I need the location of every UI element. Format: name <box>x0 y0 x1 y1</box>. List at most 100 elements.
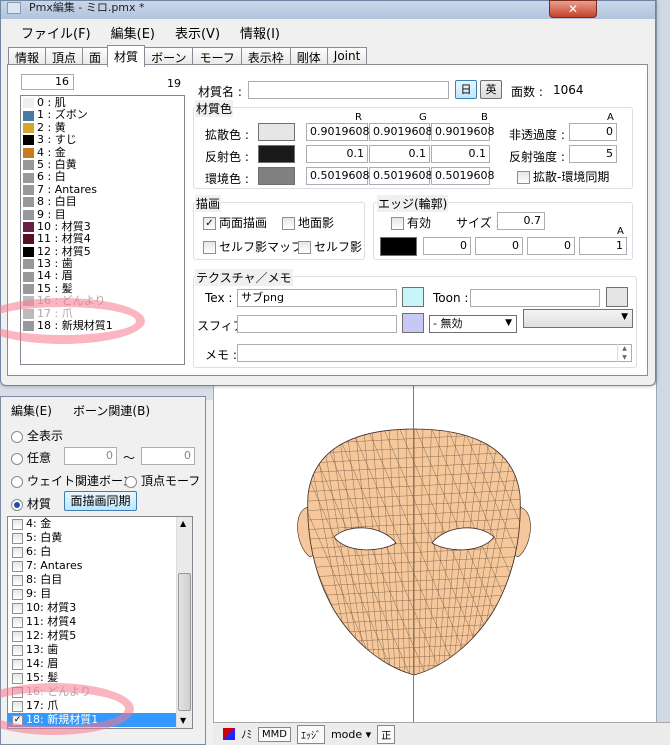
toon-input[interactable] <box>470 289 600 307</box>
scrollbar-thumb[interactable] <box>178 573 191 711</box>
menu-edit[interactable]: 編集(E) <box>101 19 165 43</box>
toon-select[interactable]: ▼ <box>523 309 633 328</box>
checkbox-icon[interactable] <box>12 658 23 670</box>
japanese-name-button[interactable]: 日 <box>455 80 477 99</box>
menu-view[interactable]: 表示(V) <box>165 19 230 43</box>
sidebar-scrollbar[interactable]: ▲ ▼ <box>176 517 192 728</box>
checkbox-icon[interactable] <box>12 672 23 684</box>
material-name-input[interactable] <box>248 81 449 99</box>
sidebar-list-item[interactable]: 12: 材質5 <box>8 629 192 643</box>
ambient-g-input[interactable]: 0.5019608 <box>369 167 433 185</box>
checkbox-icon[interactable] <box>12 546 23 558</box>
diffuse-r-input[interactable]: 0.9019608 <box>306 123 370 141</box>
mmd-button[interactable]: MMD <box>258 726 291 742</box>
sidebar-list-item[interactable]: 11: 材質4 <box>8 615 192 629</box>
ambient-b-input[interactable]: 0.5019608 <box>431 167 495 185</box>
radio-icon <box>11 430 23 443</box>
checkbox-icon[interactable] <box>12 616 23 628</box>
checkbox-icon[interactable] <box>12 532 23 544</box>
english-name-button[interactable]: 英 <box>480 80 502 99</box>
scroll-up-icon[interactable]: ▲ <box>180 519 186 528</box>
sidebar-list-label: 13: 歯 <box>26 643 59 656</box>
memo-spin-icon[interactable]: ▲ ▼ <box>617 344 631 362</box>
self-shadow-map-checkbox[interactable]: セルフ影マップ <box>203 238 303 255</box>
specular-g-input[interactable]: 0.1 <box>369 145 430 163</box>
checkbox-icon[interactable] <box>12 574 23 586</box>
checkbox-icon[interactable] <box>12 602 23 614</box>
sidebar-list-item[interactable]: 7: Antares <box>8 559 192 573</box>
scroll-down-icon[interactable]: ▼ <box>180 716 186 725</box>
edge-color-swatch[interactable] <box>380 237 417 256</box>
material-color-icon <box>23 246 34 257</box>
sidebar-list-item[interactable]: 14: 眉 <box>8 657 192 671</box>
checkbox-icon[interactable] <box>12 518 23 530</box>
edge-g-input[interactable]: 0 <box>475 237 523 255</box>
sphere-input[interactable] <box>237 315 397 333</box>
ambient-color-swatch[interactable] <box>258 167 295 185</box>
edge-r-input[interactable]: 0 <box>423 237 471 255</box>
material-index-input[interactable]: 16 <box>21 74 74 90</box>
radio-material[interactable]: 材質 <box>11 495 51 512</box>
sidebar-list-item[interactable]: 6: 白 <box>8 545 192 559</box>
diffuse-g-input[interactable]: 0.9019608 <box>369 123 433 141</box>
sidebar-list-item[interactable]: 13: 歯 <box>8 643 192 657</box>
material-list-item[interactable]: 14 : 眉 <box>21 270 184 282</box>
material-list-item[interactable]: 1 : ズボン <box>21 108 184 121</box>
close-button[interactable]: ✕ <box>549 0 597 18</box>
checkbox-icon[interactable] <box>12 630 23 642</box>
radio-weight-bone[interactable]: ウェイト関連ボーン <box>11 472 134 489</box>
edge-b-input[interactable]: 0 <box>527 237 575 255</box>
menu-info[interactable]: 情報(I) <box>230 19 290 43</box>
menu-file[interactable]: ファイル(F) <box>11 19 101 43</box>
front-view-button[interactable]: 正 <box>377 724 396 744</box>
material-list-item[interactable]: 6 : 白 <box>21 170 184 183</box>
tex-input[interactable]: サブpng <box>237 289 397 307</box>
specular-color-swatch[interactable] <box>258 145 295 163</box>
self-shadow-checkbox[interactable]: セルフ影 <box>298 238 362 255</box>
memo-input[interactable] <box>237 344 632 362</box>
sidebar-list-item[interactable]: 9: 目 <box>8 587 192 601</box>
opacity-input[interactable]: 0 <box>569 123 617 141</box>
material-list-item[interactable]: 8 : 白目 <box>21 195 184 208</box>
diffuse-color-swatch[interactable] <box>258 123 295 141</box>
checkbox-icon[interactable] <box>12 644 23 656</box>
sidebar-menu-edit[interactable]: 編集(E) <box>11 402 52 419</box>
diffuse-ambient-sync-checkbox[interactable]: 拡散-環境同期 <box>517 168 609 185</box>
tex-preview-button[interactable] <box>402 287 424 307</box>
tab-material[interactable]: 材質 <box>107 45 146 67</box>
diffuse-b-input[interactable]: 0.9019608 <box>431 123 495 141</box>
sidebar-list-item[interactable]: 8: 白目 <box>8 573 192 587</box>
sidebar-list-item[interactable]: 10: 材質3 <box>8 601 192 615</box>
spec-power-input[interactable]: 5 <box>569 145 617 163</box>
material-list-item[interactable]: 3 : すじ <box>21 133 184 146</box>
specular-r-input[interactable]: 0.1 <box>306 145 368 163</box>
any-from-input[interactable]: 0 <box>64 447 117 465</box>
edge-size-input[interactable]: 0.7 <box>497 212 545 230</box>
color-mode-icon[interactable] <box>223 728 235 740</box>
edge-a-input[interactable]: 1 <box>579 237 627 255</box>
nomi-label[interactable]: ﾉﾐ <box>241 726 252 742</box>
model-viewport[interactable] <box>213 385 656 722</box>
sphere-preview-button[interactable] <box>402 313 424 333</box>
ambient-r-input[interactable]: 0.5019608 <box>306 167 370 185</box>
any-to-input[interactable]: 0 <box>141 447 195 465</box>
double-sided-checkbox[interactable]: ✓ 両面描画 <box>203 214 267 231</box>
material-list-item[interactable]: 11 : 材質4 <box>21 232 184 245</box>
mode-dropdown[interactable]: mode ▾ <box>331 728 371 741</box>
radio-any[interactable]: 任意 <box>11 449 51 466</box>
sidebar-menu-bone[interactable]: ボーン関連(B) <box>73 402 150 419</box>
sphere-mode-select[interactable]: - 無効 ▼ <box>429 315 517 333</box>
radio-show-all[interactable]: 全表示 <box>11 427 63 444</box>
ground-shadow-checkbox[interactable]: 地面影 <box>282 214 334 231</box>
edge-enabled-checkbox[interactable]: 有効 <box>391 214 431 231</box>
sidebar-list-item[interactable]: 5: 白黄 <box>8 531 192 545</box>
sidebar-list-item[interactable]: 4: 金 <box>8 517 192 531</box>
checkbox-icon[interactable] <box>12 560 23 572</box>
radio-vertex-morph[interactable]: 頂点モーフ <box>125 472 200 489</box>
face-draw-sync-button[interactable]: 面描画同期 <box>64 491 137 511</box>
edge-button[interactable]: ｴｯｼﾞ <box>296 724 325 744</box>
toon-preview-button[interactable] <box>606 287 628 307</box>
specular-b-input[interactable]: 0.1 <box>431 145 490 163</box>
checkbox-icon[interactable] <box>12 588 23 600</box>
material-name-label: 材質名 : <box>198 85 242 99</box>
